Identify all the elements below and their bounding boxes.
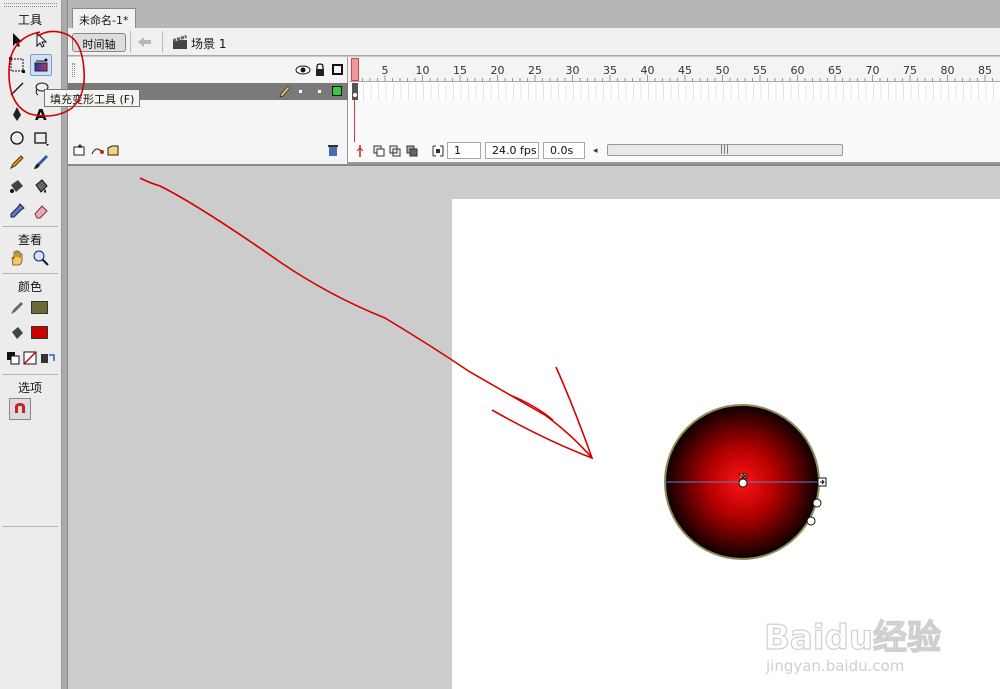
lock-icon[interactable] [314, 62, 326, 78]
ruler-tick-label: 65 [828, 64, 842, 77]
view-heading: 查看 [17, 233, 42, 247]
line-tool-icon[interactable] [6, 78, 28, 100]
gradient-transform-tool-icon[interactable] [30, 54, 52, 76]
subselection-tool-icon[interactable] [30, 29, 52, 51]
add-layer-icon[interactable] [72, 142, 132, 158]
scene-clapper-icon [172, 34, 188, 50]
center-frame-icon[interactable] [353, 143, 367, 159]
pen-tool-icon[interactable] [6, 103, 28, 125]
scrollbar-grip[interactable]: ||| [720, 145, 729, 155]
ruler-tick-label: 5 [381, 64, 389, 77]
ruler-tick-label: 20 [490, 64, 505, 77]
tools-heading: 工具 [17, 13, 42, 27]
ruler-tick-label: 45 [678, 64, 692, 77]
layers-pane [68, 57, 348, 164]
panel-grip[interactable] [4, 3, 57, 7]
timeline-horizontal-scrollbar[interactable]: ||| [607, 144, 843, 156]
rectangle-tool-icon[interactable] [30, 127, 52, 149]
fill-color-swatch[interactable] [31, 326, 48, 339]
zoom-tool-icon[interactable] [30, 247, 52, 269]
toolbox-divider [2, 526, 58, 527]
oval-tool-icon[interactable] [6, 127, 28, 149]
gradient-center-handle[interactable] [738, 478, 748, 488]
ink-bottle-tool-icon[interactable] [6, 175, 28, 197]
watermark-brand-text: Baidu经验 [764, 618, 941, 658]
gradient-size-handle[interactable] [812, 498, 822, 508]
outline-color-square[interactable] [332, 86, 342, 96]
black-white-icon[interactable] [4, 347, 22, 369]
keyframe-dot [353, 93, 357, 97]
scene-label[interactable]: 场景 1 [191, 35, 226, 52]
playhead-line [354, 100, 355, 142]
watermark-url-text: jingyan.baidu.com [765, 657, 904, 675]
free-transform-tool-icon[interactable] [6, 54, 28, 76]
no-color-icon[interactable] [21, 347, 39, 369]
stroke-color-swatch[interactable] [31, 301, 48, 314]
eyedropper-tool-icon[interactable] [6, 200, 28, 222]
current-frame-field[interactable]: 1 [447, 142, 481, 159]
timeline-grip[interactable] [72, 63, 75, 77]
gradient-rotation-handle[interactable] [806, 516, 816, 526]
onion-skin-icons[interactable] [373, 143, 429, 159]
keyframe-cell[interactable] [352, 83, 358, 100]
eye-icon[interactable] [294, 62, 312, 78]
frame-row[interactable] [349, 83, 1000, 100]
ruler-tick-label: 40 [640, 64, 655, 77]
ruler-tick-label: 60 [790, 64, 805, 77]
ruler-tick-label: 55 [753, 64, 767, 77]
edit-bar-divider [130, 31, 131, 53]
document-tab[interactable]: 未命名-1* [72, 8, 136, 28]
ruler-tick-label: 30 [565, 64, 580, 77]
ruler-tick-label: 25 [528, 64, 542, 77]
timeline-panel: 1510152025303540455055606570758085 1 24.… [68, 57, 1000, 164]
pencil-tool-icon[interactable] [6, 151, 28, 173]
stage-artwork: Baidu经验 jingyan.baidu.com [664, 404, 942, 675]
elapsed-time-field: 0.0s [543, 142, 585, 159]
colors-heading: 颜色 [17, 280, 42, 294]
edit-bar: 时间轴 场景 1 [68, 28, 1000, 56]
selection-tool-icon[interactable] [6, 29, 28, 51]
ruler-tick-label: 15 [453, 64, 467, 77]
ruler-tick-label: 50 [715, 64, 730, 77]
edit-markers-icon[interactable] [431, 143, 445, 159]
brush-tool-icon[interactable] [30, 151, 52, 173]
snap-magnet-icon[interactable] [9, 398, 31, 420]
stroke-color-pencil-icon [6, 297, 28, 319]
toolbox-divider [2, 374, 58, 375]
ruler-tick-label: 80 [940, 64, 955, 77]
frames-pane[interactable]: 1510152025303540455055606570758085 1 24.… [349, 57, 1000, 164]
toolbox-divider [2, 273, 58, 274]
ruler-tick-label: 70 [865, 64, 880, 77]
ruler-tick-label: 10 [415, 64, 430, 77]
edit-bar-divider [162, 31, 163, 53]
ruler-tick-label: 35 [603, 64, 617, 77]
stage-canvas[interactable]: Baidu经验 jingyan.baidu.com [452, 199, 1000, 689]
paint-bucket-tool-icon[interactable] [30, 175, 52, 197]
options-heading: 选项 [17, 381, 42, 395]
tool-tooltip: 填充变形工具 (F) [44, 89, 141, 107]
frame-rate-field[interactable]: 24.0 fps [485, 142, 539, 159]
outline-icon[interactable] [332, 64, 343, 75]
eraser-tool-icon[interactable] [30, 200, 52, 222]
playhead-marker[interactable] [351, 58, 359, 81]
lock-dot[interactable] [318, 90, 321, 93]
trash-icon[interactable] [326, 143, 340, 157]
ruler-tick-label: 85 [978, 64, 992, 77]
pasteboard[interactable]: Baidu经验 jingyan.baidu.com [68, 166, 1000, 689]
scroll-left-arrow-icon[interactable]: ◂ [593, 146, 598, 156]
hand-tool-icon[interactable] [6, 247, 28, 269]
fill-color-bucket-icon [6, 322, 28, 344]
ruler-tick-label: 75 [903, 64, 917, 77]
timeline-ruler[interactable]: 1510152025303540455055606570758085 [349, 57, 1000, 82]
timeline-toggle-button[interactable]: 时间轴 [72, 33, 126, 52]
back-arrow-icon[interactable] [136, 34, 154, 50]
swap-colors-icon[interactable] [38, 347, 56, 369]
pencil-edit-icon [279, 84, 291, 98]
document-tabbar: 未命名-1* [68, 0, 1000, 28]
toolbox-divider [2, 226, 58, 227]
visibility-dot[interactable] [299, 90, 302, 93]
svg-text:A: A [35, 106, 47, 123]
